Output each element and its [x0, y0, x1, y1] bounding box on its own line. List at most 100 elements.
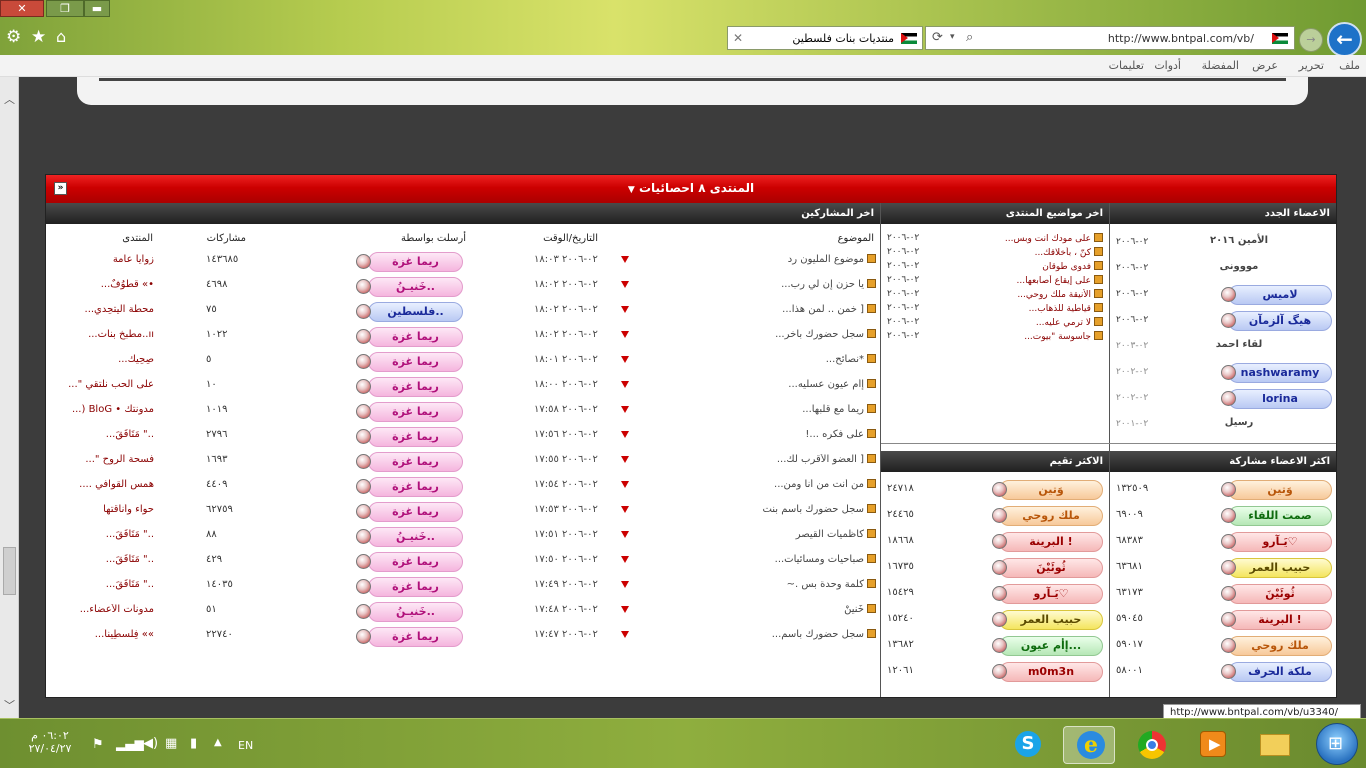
menu-tools[interactable]: أدوات	[1154, 59, 1181, 72]
forum-link[interactable]: .." مَتَأَفَقَ...	[54, 529, 154, 540]
post-subject[interactable]: سجل حضورك بأخر...	[656, 329, 876, 340]
topic-link[interactable]: قياطية للذهاب...	[983, 303, 1103, 314]
explorer-icon[interactable]	[1249, 726, 1301, 764]
dropdown-arrow-icon[interactable]	[621, 406, 629, 413]
member-name[interactable]: m0m3n	[999, 662, 1103, 682]
forum-link[interactable]: مدونتك • BloG (...	[54, 404, 154, 415]
member-name[interactable]: nashwaramy	[1228, 363, 1332, 383]
member-name[interactable]: لاميس	[1228, 285, 1332, 305]
taskbar-clock[interactable]: ٠٦:٠٢ م ٢٧/٠٤/٢٧	[20, 729, 80, 755]
forum-link[interactable]: على الحب نلتقي "...	[54, 379, 154, 390]
forum-link[interactable]: •» قطوُفٌ...	[54, 279, 154, 290]
post-subject[interactable]: يا حزن إن لي رب...	[656, 279, 876, 290]
gear-icon[interactable]: ⚙	[6, 27, 21, 47]
browser-tab[interactable]: ✕ منتديات بنات فلسطين	[727, 26, 923, 50]
menu-edit[interactable]: تحرير	[1299, 59, 1324, 72]
sender-name[interactable]: ريما غزة	[368, 352, 463, 372]
post-subject[interactable]: كلمة وحدة بس .~	[656, 579, 876, 590]
sender-name[interactable]: ريما غزة	[368, 502, 463, 522]
restore-window-button[interactable]: ❐	[46, 0, 84, 17]
collapse-button[interactable]: «	[54, 182, 67, 195]
windows-update-icon[interactable]: ▦	[165, 736, 177, 751]
member-name[interactable]: هيگ آلزمآن	[1228, 311, 1332, 331]
forum-link[interactable]: .." مَتَأَفَقَ...	[54, 554, 154, 565]
forum-link[interactable]: زوايا عامة	[54, 254, 154, 265]
ie-icon[interactable]: e	[1063, 726, 1115, 764]
forum-link[interactable]: محطة آليتحِدي...	[54, 304, 154, 315]
post-subject[interactable]: موضوع المليون رد	[656, 254, 876, 265]
member-name[interactable]: ثُوئَيْنَ	[999, 558, 1103, 578]
member-name[interactable]: ملك روحي	[999, 506, 1103, 526]
battery-icon[interactable]: ▮	[190, 736, 197, 751]
post-subject[interactable]: ريماً مع قلبها...	[656, 404, 876, 415]
member-name[interactable]: صمت اللقاء	[1228, 506, 1332, 526]
dropdown-arrow-icon[interactable]	[621, 456, 629, 463]
sender-name[interactable]: ريما غزة	[368, 477, 463, 497]
sender-name[interactable]: ريما غزة	[368, 327, 463, 347]
menu-favorites[interactable]: المفضلة	[1202, 59, 1239, 72]
member-name[interactable]: ملكة الحرف	[1228, 662, 1332, 682]
member-name[interactable]: البرينة !	[999, 532, 1103, 552]
dropdown-arrow-icon[interactable]	[621, 481, 629, 488]
menu-view[interactable]: عرض	[1252, 59, 1278, 72]
signal-icon[interactable]: ▂▄▆	[116, 737, 144, 751]
start-button[interactable]: ⊞	[1316, 723, 1358, 765]
member-name[interactable]: حبيب العمر	[999, 610, 1103, 630]
post-subject[interactable]: صباحيات ومسائيات...	[656, 554, 876, 565]
close-window-button[interactable]: ✕	[0, 0, 44, 17]
topic-link[interactable]: فدوى طوقان	[983, 261, 1103, 272]
post-subject[interactable]: من أنت من أنا ومن...	[656, 479, 876, 490]
dropdown-arrow-icon[interactable]	[621, 556, 629, 563]
post-subject[interactable]: [ خمن .. لمن هذآ...	[656, 304, 876, 315]
topic-link[interactable]: كنّ ، بأخلاقك...	[983, 247, 1103, 258]
sender-name[interactable]: خَنيـنُ..	[368, 527, 463, 547]
member-name[interactable]: وَتين	[999, 480, 1103, 500]
forward-button[interactable]: →	[1299, 28, 1323, 52]
favorites-star-icon[interactable]: ★	[31, 27, 46, 47]
home-icon[interactable]: ⌂	[56, 27, 66, 46]
member-name[interactable]: lorina	[1228, 389, 1332, 409]
dropdown-arrow-icon[interactable]	[621, 506, 629, 513]
dropdown-arrow-icon[interactable]	[621, 256, 629, 263]
scroll-thumb[interactable]	[3, 547, 16, 595]
menu-help[interactable]: تعليمات	[1109, 59, 1144, 72]
dropdown-arrow-icon[interactable]	[621, 381, 629, 388]
topic-link[interactable]: لا ترمي عليه...	[983, 317, 1103, 328]
forum-link[interactable]: همس القوافي ....	[54, 479, 154, 490]
post-subject[interactable]: *نصائح...	[656, 354, 876, 365]
member-name[interactable]: ثُوئَيْنَ	[1228, 584, 1332, 604]
forum-link[interactable]: .." مَتَأَفَقَ...	[54, 579, 154, 590]
refresh-icon[interactable]: ⟳	[932, 30, 943, 45]
tab-close-icon[interactable]: ✕	[733, 31, 743, 45]
sender-name[interactable]: خَنيـنُ..	[368, 602, 463, 622]
skype-icon[interactable]: S	[1001, 726, 1053, 764]
dropdown-arrow-icon[interactable]	[621, 356, 629, 363]
member-name[interactable]: الأمين ٢٠١٦	[1184, 235, 1294, 246]
member-name[interactable]: يَـآرو♡	[1228, 532, 1332, 552]
sender-name[interactable]: فلسطين..	[368, 302, 463, 322]
member-name[interactable]: البرينة !	[1228, 610, 1332, 630]
forum-link[interactable]: صِحِيك...	[54, 354, 154, 365]
dropdown-arrow-icon[interactable]	[621, 306, 629, 313]
member-name[interactable]: إأم عيون...	[999, 636, 1103, 656]
topic-link[interactable]: جاسوسة "بيوت...	[983, 331, 1103, 342]
topic-link[interactable]: على مودك انت وبس...	[983, 233, 1103, 244]
sender-name[interactable]: ريما غزة	[368, 577, 463, 597]
dropdown-arrow-icon[interactable]	[621, 606, 629, 613]
media-player-icon[interactable]: ▶	[1187, 726, 1239, 764]
member-name[interactable]: مووونى	[1184, 261, 1294, 272]
topic-link[interactable]: على إيقاع أصابعها...	[983, 275, 1103, 286]
dropdown-arrow-icon[interactable]	[621, 581, 629, 588]
post-subject[interactable]: كاظميات القيصر	[656, 529, 876, 540]
scroll-up-icon[interactable]: ︿	[4, 91, 15, 107]
post-subject[interactable]: إأم عيون عسليه...	[656, 379, 876, 390]
post-subject[interactable]: سجل حضورك باسم...	[656, 629, 876, 640]
search-icon[interactable]: ⌕	[966, 30, 973, 45]
volume-icon[interactable]: ◀)	[143, 736, 158, 751]
vertical-scrollbar[interactable]: ︿ ﹀	[0, 77, 19, 718]
forum-link[interactable]: حواء وأناقتها	[54, 504, 154, 515]
sender-name[interactable]: ريما غزة	[368, 252, 463, 272]
post-subject[interactable]: على فكره ...!	[656, 429, 876, 440]
sender-name[interactable]: ريما غزة	[368, 627, 463, 647]
forum-link[interactable]: مدونات الأعضاء...	[54, 604, 154, 615]
